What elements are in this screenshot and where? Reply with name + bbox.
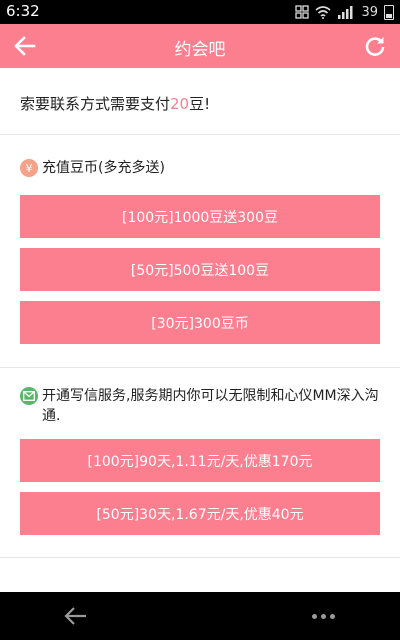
- more-dot-icon: [329, 613, 335, 619]
- status-icons: 39: [295, 3, 394, 21]
- battery-icon: [384, 4, 394, 20]
- back-button[interactable]: [10, 32, 40, 60]
- recharge-option-30[interactable]: [30元]300豆币: [20, 301, 380, 344]
- mail-icon: [20, 387, 38, 405]
- divider: [0, 367, 400, 368]
- page-title: 约会吧: [174, 40, 226, 60]
- system-menu-button[interactable]: [308, 604, 338, 628]
- messaging-option-50[interactable]: [50元]30天,1.67元/天,优惠40元: [20, 492, 380, 535]
- yen-coin-icon: ¥: [20, 159, 38, 177]
- refresh-icon: [365, 37, 385, 56]
- divider: [0, 134, 400, 135]
- status-bar: 6:32 39: [0, 0, 400, 24]
- recharge-section-header: ¥ 充值豆币(多充多送): [20, 158, 165, 178]
- notice-prefix: 索要联系方式需要支付: [20, 95, 171, 113]
- more-dot-icon: [320, 613, 326, 619]
- payment-notice: 索要联系方式需要支付20豆!: [20, 93, 210, 114]
- wifi-icon: [315, 5, 331, 19]
- recharge-option-100[interactable]: [100元]1000豆送300豆: [20, 195, 380, 238]
- nav-back-icon: [64, 607, 86, 625]
- system-nav-bar: [0, 592, 400, 640]
- screen-cast-icon: [295, 5, 310, 19]
- notice-suffix: 豆!: [189, 95, 211, 113]
- system-back-button[interactable]: [62, 604, 90, 628]
- notice-amount: 20: [170, 95, 190, 113]
- more-dot-icon: [311, 613, 317, 619]
- battery-level: 39: [361, 4, 378, 20]
- refresh-button[interactable]: [360, 32, 390, 60]
- status-time: 6:32: [6, 2, 40, 20]
- signal-icon: [338, 6, 353, 19]
- messaging-option-100[interactable]: [100元]90天,1.11元/天,优惠170元: [20, 439, 380, 482]
- messaging-section-header: 开通写信服务,服务期内你可以无限制和心仪MM深入沟通.: [20, 386, 380, 426]
- divider: [0, 557, 400, 558]
- app-bar: 约会吧: [0, 24, 400, 68]
- recharge-option-50[interactable]: [50元]500豆送100豆: [20, 248, 380, 291]
- arrow-left-icon: [14, 36, 36, 56]
- recharge-title: 充值豆币(多充多送): [42, 160, 165, 176]
- messaging-title: 开通写信服务,服务期内你可以无限制和心仪MM深入沟通.: [42, 388, 379, 424]
